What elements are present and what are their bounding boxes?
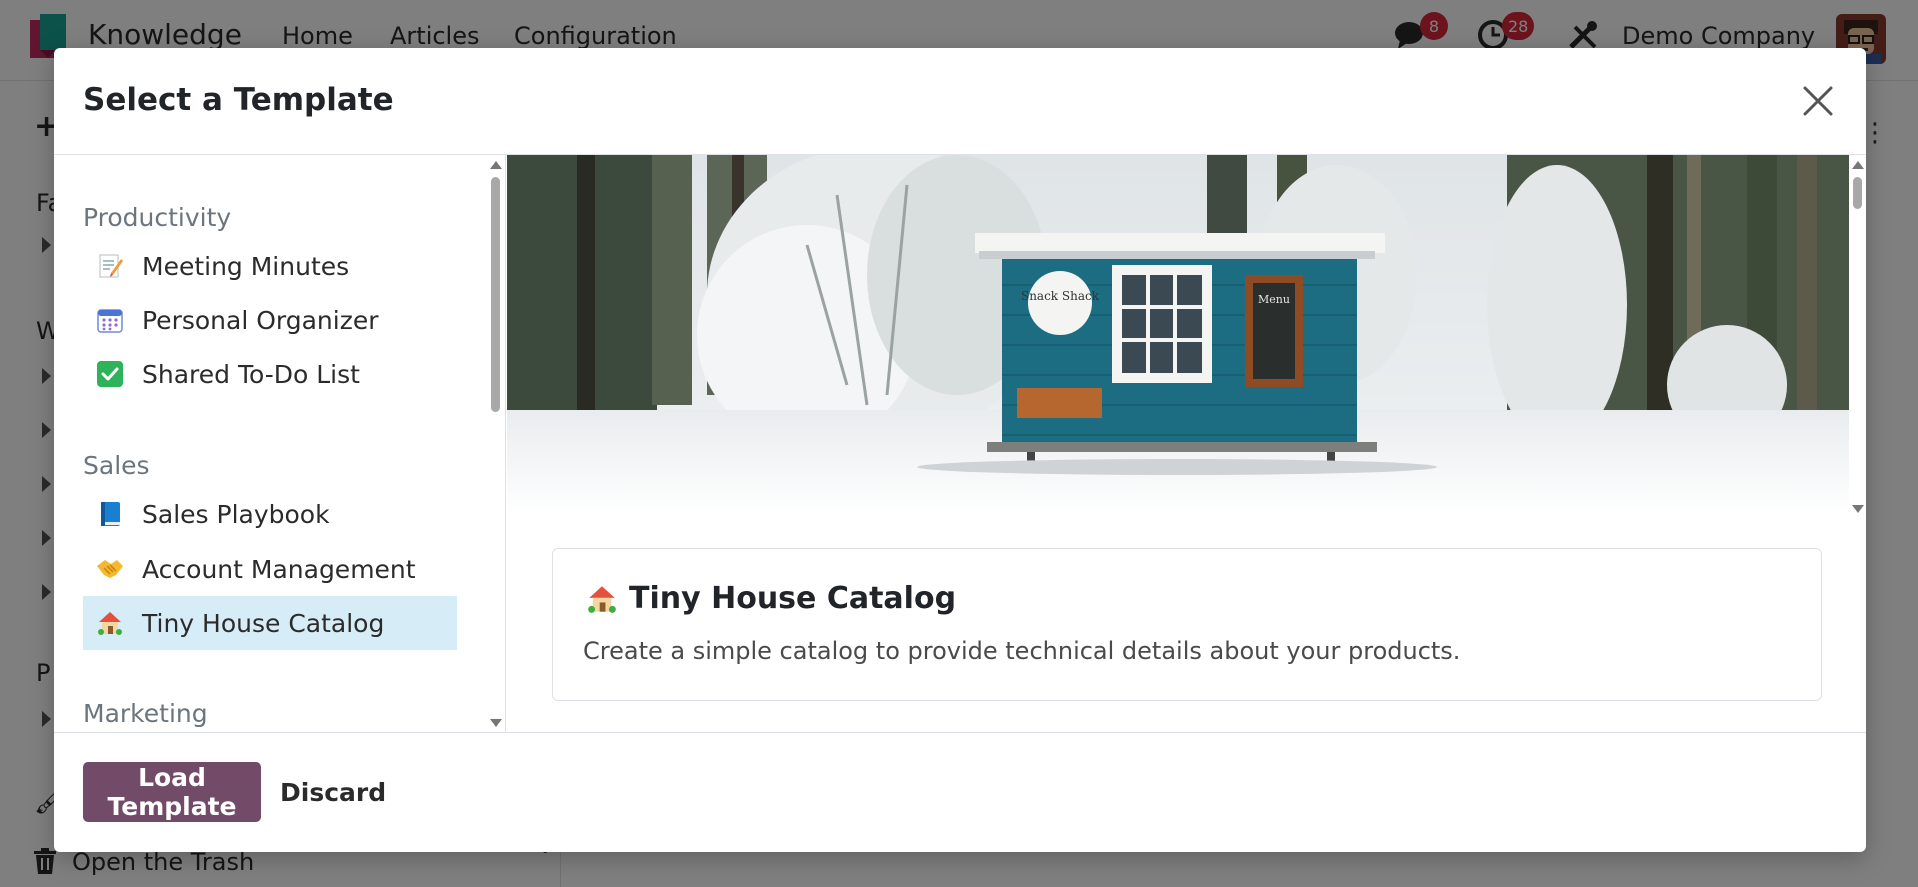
snack-shack-sign bbox=[1028, 271, 1092, 335]
scroll-up-arrow-icon[interactable] bbox=[490, 161, 502, 169]
template-personal-organizer[interactable]: Personal Organizer bbox=[83, 293, 457, 347]
close-button[interactable] bbox=[1800, 83, 1836, 119]
template-label: Personal Organizer bbox=[142, 305, 379, 335]
preview-title-text: Tiny House Catalog bbox=[629, 581, 957, 616]
dialog-body: Productivity Meeting Minutes Personal Or… bbox=[54, 155, 1866, 732]
dialog-header: Select a Template bbox=[54, 48, 1866, 155]
dialog-footer: Load Template Discard bbox=[54, 732, 1866, 852]
template-sales-playbook[interactable]: Sales Playbook bbox=[83, 487, 457, 541]
select-template-dialog: Select a Template Productivity Meeting M… bbox=[54, 48, 1866, 852]
template-preview: Snack Shack Menu Tiny House Catalog Crea… bbox=[507, 155, 1866, 732]
preview-scrollbar[interactable] bbox=[1850, 155, 1866, 732]
scroll-down-arrow-icon[interactable] bbox=[490, 719, 502, 727]
close-icon bbox=[1803, 86, 1833, 116]
check-mark-icon bbox=[95, 359, 125, 389]
scrollbar-thumb[interactable] bbox=[491, 177, 500, 412]
calendar-icon bbox=[95, 305, 125, 335]
template-info-card: Tiny House Catalog Create a simple catal… bbox=[552, 548, 1822, 701]
template-shared-to-do-list[interactable]: Shared To-Do List bbox=[83, 347, 457, 401]
load-template-button[interactable]: Load Template bbox=[83, 762, 261, 822]
template-label: Shared To-Do List bbox=[142, 359, 360, 389]
house-with-garden-icon bbox=[95, 608, 125, 638]
template-label: Sales Playbook bbox=[142, 499, 330, 529]
group-label-productivity: Productivity bbox=[83, 203, 232, 232]
template-account-management[interactable]: Account Management bbox=[83, 542, 457, 596]
blue-book-icon bbox=[95, 499, 125, 529]
dialog-title: Select a Template bbox=[83, 82, 394, 118]
scroll-down-arrow-icon[interactable] bbox=[1852, 505, 1864, 513]
scrollbar-thumb[interactable] bbox=[1853, 177, 1862, 209]
template-label: Account Management bbox=[142, 554, 416, 584]
house-with-garden-icon bbox=[587, 584, 617, 614]
template-label: Meeting Minutes bbox=[142, 251, 350, 281]
template-preview-title: Tiny House Catalog bbox=[587, 581, 956, 616]
cover-image: Snack Shack Menu bbox=[507, 155, 1849, 515]
template-list[interactable]: Productivity Meeting Minutes Personal Or… bbox=[54, 155, 506, 732]
cover-sign-text: Snack Shack bbox=[1021, 289, 1100, 303]
group-label-marketing: Marketing bbox=[83, 699, 208, 728]
discard-button[interactable]: Discard bbox=[274, 762, 388, 822]
template-label: Tiny House Catalog bbox=[142, 608, 385, 638]
memo-icon bbox=[95, 251, 125, 281]
handshake-icon bbox=[95, 554, 125, 584]
template-list-scrollbar[interactable] bbox=[488, 155, 504, 732]
template-description: Create a simple catalog to provide techn… bbox=[583, 637, 1461, 665]
group-label-sales: Sales bbox=[83, 451, 150, 480]
template-tiny-house-catalog[interactable]: Tiny House Catalog bbox=[83, 596, 457, 650]
scroll-up-arrow-icon[interactable] bbox=[1852, 161, 1864, 169]
template-meeting-minutes[interactable]: Meeting Minutes bbox=[83, 239, 457, 293]
cover-menu-text: Menu bbox=[1258, 293, 1290, 306]
